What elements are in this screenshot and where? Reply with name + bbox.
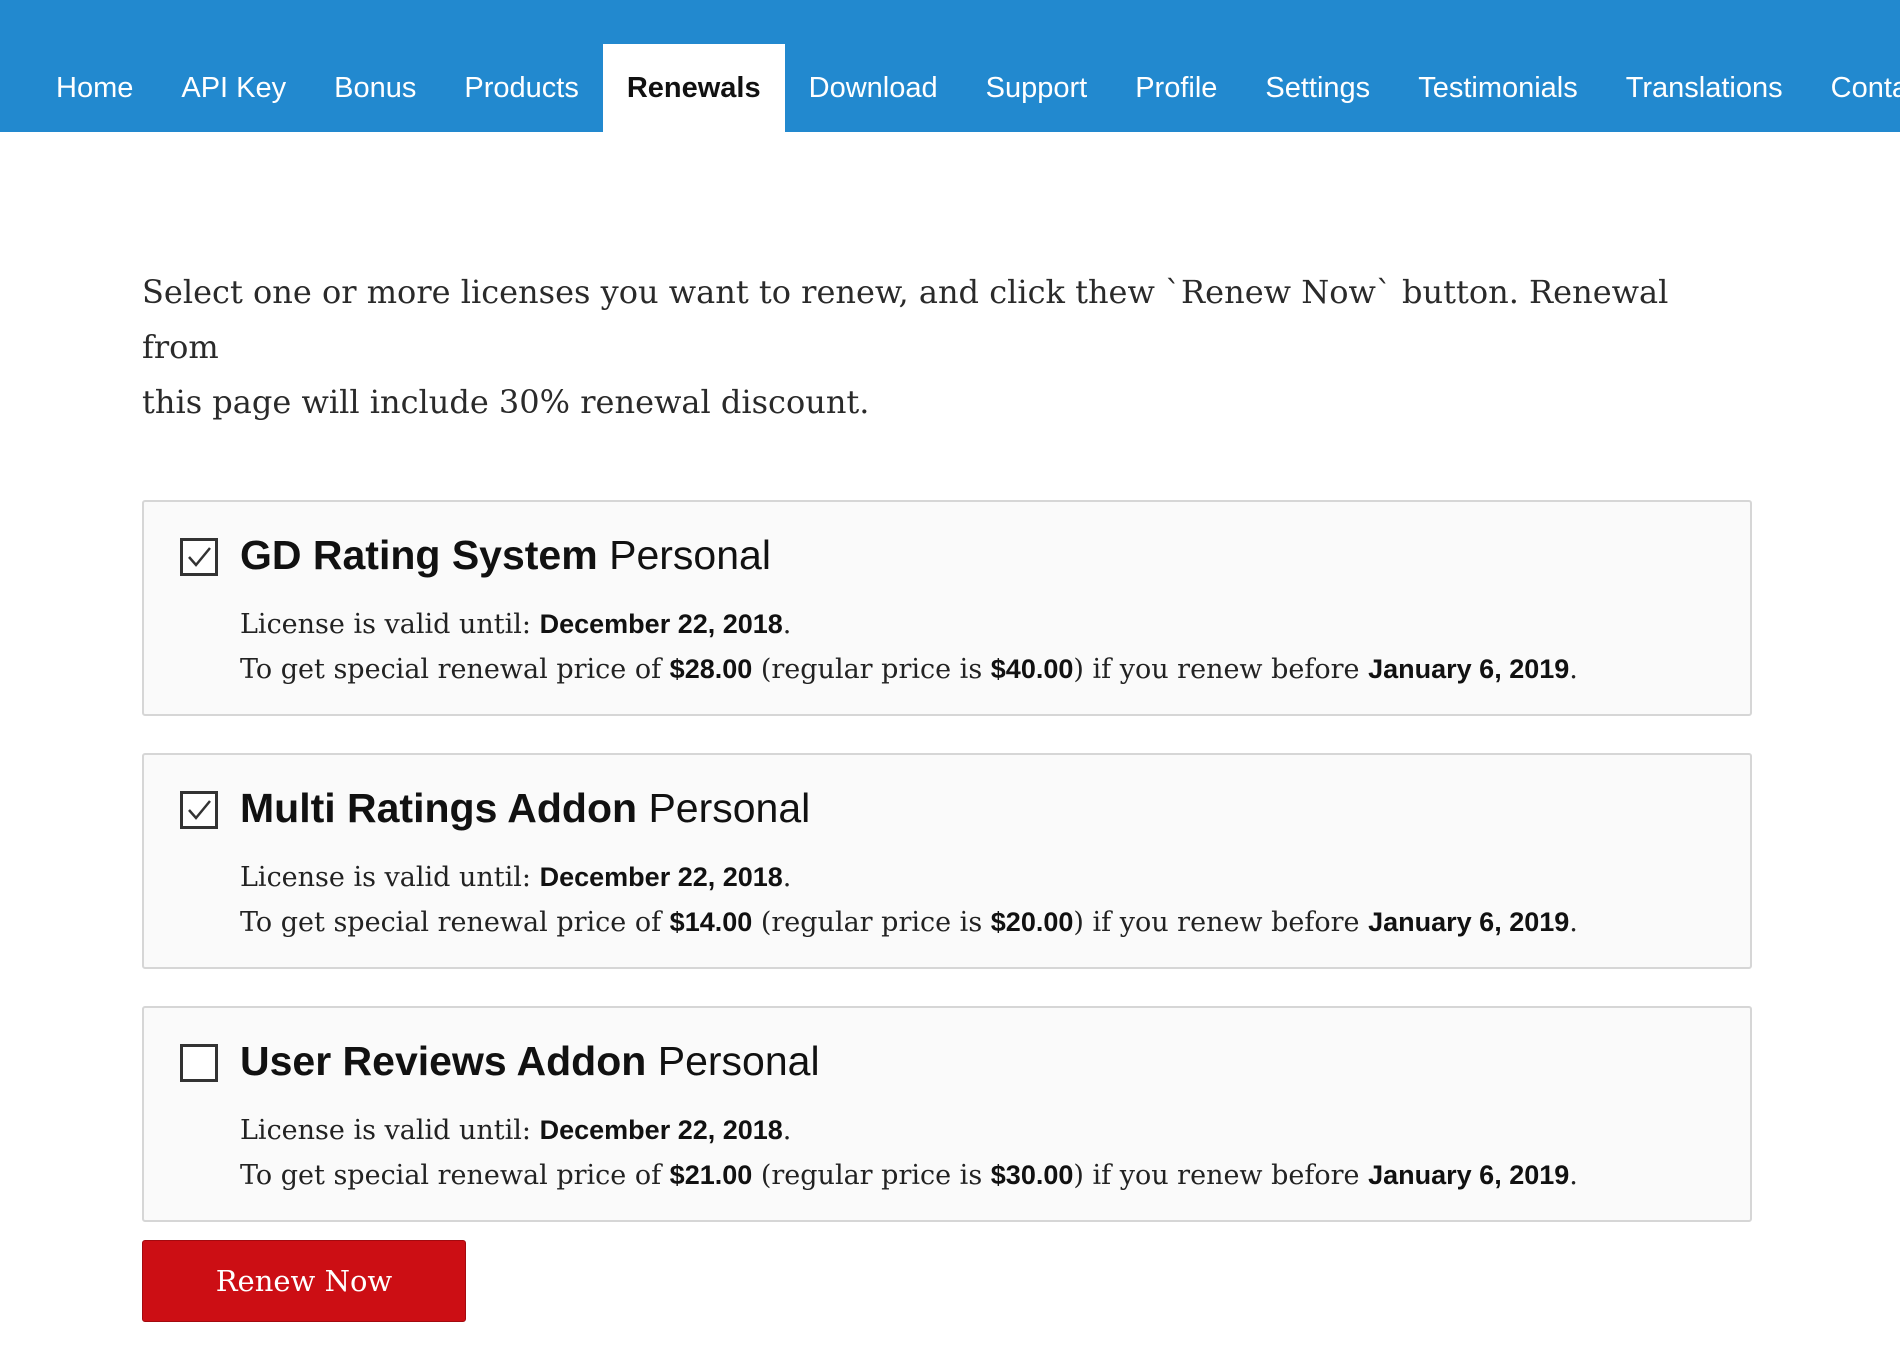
license-validity-line: License is valid until: December 22, 201…: [240, 609, 792, 640]
regular-prefix: (regular price is: [760, 907, 983, 938]
regular-price: $20.00: [990, 907, 1074, 937]
before-prefix: ) if you renew before: [1073, 1160, 1360, 1191]
renew-before-date: January 6, 2019: [1368, 907, 1570, 937]
nav-item-api-key[interactable]: API Key: [157, 44, 310, 132]
license-card: GD Rating System Personal License is val…: [142, 500, 1752, 716]
license-price-line: To get special renewal price of $28.00 (…: [240, 654, 1578, 685]
main-content: Select one or more licenses you want to …: [142, 265, 1752, 1322]
top-navigation: Home API Key Bonus Products Renewals Dow…: [0, 0, 1900, 132]
intro-line-1: Select one or more licenses you want to …: [142, 273, 1669, 366]
license-price-line: To get special renewal price of $21.00 (…: [240, 1160, 1578, 1191]
regular-prefix: (regular price is: [760, 1160, 983, 1191]
license-title: Multi Ratings Addon Personal: [240, 781, 810, 835]
valid-label: License is valid until:: [240, 609, 532, 640]
intro-line-2: this page will include 30% renewal disco…: [142, 383, 870, 421]
license-checkbox[interactable]: [180, 791, 218, 829]
valid-until-date: December 22, 2018: [539, 609, 783, 639]
valid-label: License is valid until:: [240, 862, 532, 893]
license-product-name: User Reviews Addon: [240, 1038, 647, 1084]
license-checkbox[interactable]: [180, 538, 218, 576]
valid-until-date: December 22, 2018: [539, 1115, 783, 1145]
license-details: License is valid until: December 22, 201…: [240, 1108, 1578, 1198]
license-plan: Personal: [657, 1038, 820, 1084]
license-plan: Personal: [648, 785, 811, 831]
nav-item-home[interactable]: Home: [32, 44, 157, 132]
license-product-name: Multi Ratings Addon: [240, 785, 638, 831]
check-icon: [188, 547, 211, 567]
special-price: $28.00: [669, 654, 753, 684]
nav-item-products[interactable]: Products: [440, 44, 602, 132]
special-price: $14.00: [669, 907, 753, 937]
nav-item-download[interactable]: Download: [785, 44, 962, 132]
price-prefix: To get special renewal price of: [240, 654, 662, 685]
intro-text: Select one or more licenses you want to …: [142, 265, 1752, 430]
license-validity-line: License is valid until: December 22, 201…: [240, 1115, 792, 1146]
before-prefix: ) if you renew before: [1073, 907, 1360, 938]
renew-before-date: January 6, 2019: [1368, 1160, 1570, 1190]
special-price: $21.00: [669, 1160, 753, 1190]
nav-item-support[interactable]: Support: [962, 44, 1112, 132]
license-details: License is valid until: December 22, 201…: [240, 855, 1578, 945]
license-card: Multi Ratings Addon Personal License is …: [142, 753, 1752, 969]
license-details: License is valid until: December 22, 201…: [240, 602, 1578, 692]
before-prefix: ) if you renew before: [1073, 654, 1360, 685]
nav-item-bonus[interactable]: Bonus: [310, 44, 440, 132]
renew-now-button[interactable]: Renew Now: [142, 1240, 466, 1322]
price-prefix: To get special renewal price of: [240, 907, 662, 938]
license-price-line: To get special renewal price of $14.00 (…: [240, 907, 1578, 938]
license-title: User Reviews Addon Personal: [240, 1034, 820, 1088]
license-plan: Personal: [609, 532, 771, 578]
license-list: GD Rating System Personal License is val…: [142, 500, 1752, 1222]
regular-price: $40.00: [990, 654, 1074, 684]
license-product-name: GD Rating System: [240, 532, 598, 578]
renew-before-date: January 6, 2019: [1368, 654, 1570, 684]
regular-prefix: (regular price is: [760, 654, 983, 685]
valid-until-date: December 22, 2018: [539, 862, 783, 892]
check-icon: [188, 800, 211, 820]
license-checkbox[interactable]: [180, 1044, 218, 1082]
valid-label: License is valid until:: [240, 1115, 532, 1146]
nav-item-settings[interactable]: Settings: [1241, 44, 1394, 132]
nav-item-profile[interactable]: Profile: [1111, 44, 1241, 132]
nav-item-contact[interactable]: Contact: [1807, 44, 1900, 132]
regular-price: $30.00: [990, 1160, 1074, 1190]
nav-item-testimonials[interactable]: Testimonials: [1394, 44, 1602, 132]
license-card: User Reviews Addon Personal License is v…: [142, 1006, 1752, 1222]
license-title: GD Rating System Personal: [240, 528, 771, 582]
price-prefix: To get special renewal price of: [240, 1160, 662, 1191]
nav-item-translations[interactable]: Translations: [1602, 44, 1807, 132]
nav-list: Home API Key Bonus Products Renewals Dow…: [32, 44, 1900, 132]
nav-item-renewals[interactable]: Renewals: [602, 44, 785, 132]
license-validity-line: License is valid until: December 22, 201…: [240, 862, 792, 893]
